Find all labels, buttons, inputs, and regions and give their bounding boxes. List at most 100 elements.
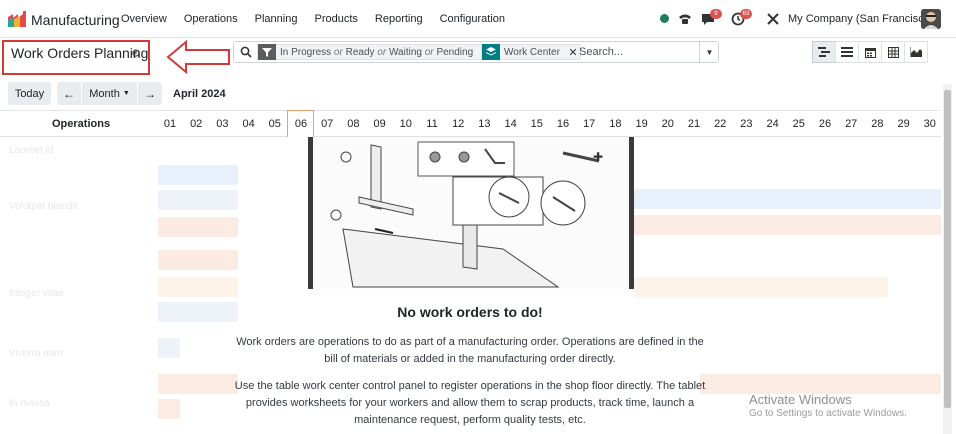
gantt-view-button[interactable] <box>812 41 836 63</box>
empty-state-help: Use the table work center control panel … <box>234 380 706 426</box>
day-header: 17 <box>583 118 596 130</box>
layers-icon <box>482 44 500 60</box>
search-options-toggle[interactable]: ▼ <box>699 41 719 63</box>
ghost-bar <box>158 374 238 394</box>
assembly-instructions-illustration: ✚ <box>313 137 629 289</box>
ghost-bar <box>158 399 180 419</box>
day-header: 09 <box>373 118 386 130</box>
day-header: 27 <box>845 118 858 130</box>
empty-state-title: No work orders to do! <box>397 304 543 320</box>
ghost-bar <box>158 277 238 297</box>
groupby-facet-text: Work Center <box>504 46 560 58</box>
day-header: 15 <box>530 118 543 130</box>
svg-text:✚: ✚ <box>593 150 603 164</box>
previous-period-button[interactable]: ← <box>57 82 81 105</box>
view-switcher <box>812 41 928 63</box>
area-chart-icon <box>910 47 922 57</box>
calendar-view-button[interactable] <box>858 41 882 63</box>
manufacturing-app-icon[interactable] <box>8 11 26 27</box>
day-header: 21 <box>687 118 701 130</box>
empty-state-illustration: ✚ <box>308 137 634 289</box>
day-header: 13 <box>478 118 491 130</box>
ghost-bar <box>158 338 180 358</box>
day-header: 07 <box>321 118 334 130</box>
menu-configuration[interactable]: Configuration <box>440 13 505 25</box>
menu-overview[interactable]: Overview <box>121 13 167 25</box>
search-icon <box>240 46 252 58</box>
activation-watermark-title: Activate Windows <box>749 392 852 407</box>
day-header: 20 <box>661 118 674 130</box>
caret-down-icon: ▼ <box>705 47 714 57</box>
filter-icon <box>258 44 276 60</box>
status-filter-text: In Progress or Ready or Waiting or Pendi… <box>280 46 474 58</box>
day-header: 22 <box>714 118 727 130</box>
search-input[interactable] <box>579 45 697 59</box>
empty-state-description: Work orders are operations to do as part… <box>236 336 704 365</box>
day-header: 24 <box>766 118 779 130</box>
day-header: 05 <box>268 118 281 130</box>
day-header: 19 <box>635 118 648 130</box>
day-header: 11 <box>426 118 438 130</box>
day-header: 04 <box>242 118 255 130</box>
company-switcher[interactable]: My Company (San Francisco) <box>788 13 934 25</box>
list-view-button[interactable] <box>835 41 859 63</box>
scrollbar-thumb[interactable] <box>944 90 951 408</box>
menu-products[interactable]: Products <box>314 13 357 25</box>
groupby-facet[interactable]: Work Center ✕ <box>481 44 581 60</box>
pivot-icon <box>887 46 899 58</box>
caret-down-icon: ▼ <box>122 90 130 97</box>
user-avatar-icon <box>921 9 941 29</box>
gantt-row-label: Viverra nam <box>9 348 63 359</box>
day-header: 06 <box>294 118 308 130</box>
presence-status-icon[interactable] <box>660 14 669 23</box>
gantt-row-label: Laoreet id <box>9 145 54 156</box>
phone-icon[interactable] <box>678 12 692 26</box>
ghost-bar <box>634 215 941 235</box>
day-header: 14 <box>504 118 517 130</box>
ghost-bar <box>634 277 888 297</box>
ghost-bar <box>158 217 238 237</box>
operations-column-header: Operations <box>52 118 111 130</box>
remove-groupby-icon[interactable]: ✕ <box>566 46 580 59</box>
status-filter-facet[interactable]: In Progress or Ready or Waiting or Pendi… <box>257 44 495 60</box>
day-header: 23 <box>740 118 753 130</box>
menu-operations[interactable]: Operations <box>184 13 238 25</box>
tools-icon[interactable] <box>766 12 780 26</box>
annotation-arrow-icon <box>166 40 230 74</box>
page-title: Work Orders Planning <box>11 45 149 61</box>
main-menu: Overview Operations Planning Products Re… <box>121 13 522 25</box>
gear-icon[interactable]: ⚙ <box>131 47 141 60</box>
day-header: 08 <box>347 118 360 130</box>
gantt-row-label: Integer vitae <box>9 288 65 299</box>
day-header: 26 <box>818 118 832 130</box>
gantt-icon <box>818 47 830 57</box>
ghost-bar <box>700 374 941 394</box>
user-avatar[interactable] <box>921 9 941 29</box>
scale-dropdown[interactable]: Month ▼ <box>82 82 137 105</box>
graph-view-button[interactable] <box>904 41 928 63</box>
day-header: 02 <box>190 118 203 130</box>
day-header: 10 <box>399 118 412 130</box>
today-button[interactable]: Today <box>8 82 51 105</box>
gantt-row-label: Volutpat blandit <box>9 201 78 212</box>
messages-badge: 9 <box>710 9 722 19</box>
day-header: 29 <box>897 118 910 130</box>
day-header: 12 <box>452 118 465 130</box>
menu-reporting[interactable]: Reporting <box>375 13 423 25</box>
ghost-bar <box>158 165 238 185</box>
day-header: 18 <box>609 118 622 130</box>
day-header: 30 <box>923 118 936 130</box>
calendar-icon <box>864 47 876 58</box>
day-header: 03 <box>216 118 229 130</box>
day-header: 16 <box>556 118 570 130</box>
menu-planning[interactable]: Planning <box>255 13 298 25</box>
activation-watermark-subtitle: Go to Settings to activate Windows. <box>749 408 907 419</box>
ghost-bar <box>158 190 238 210</box>
gantt-row-label: In massa <box>9 398 50 409</box>
pivot-view-button[interactable] <box>881 41 905 63</box>
day-header: 28 <box>871 118 884 130</box>
next-period-button[interactable]: → <box>138 82 162 105</box>
app-name[interactable]: Manufacturing <box>31 12 120 28</box>
day-header: 25 <box>792 118 805 130</box>
ghost-bar <box>634 189 941 209</box>
